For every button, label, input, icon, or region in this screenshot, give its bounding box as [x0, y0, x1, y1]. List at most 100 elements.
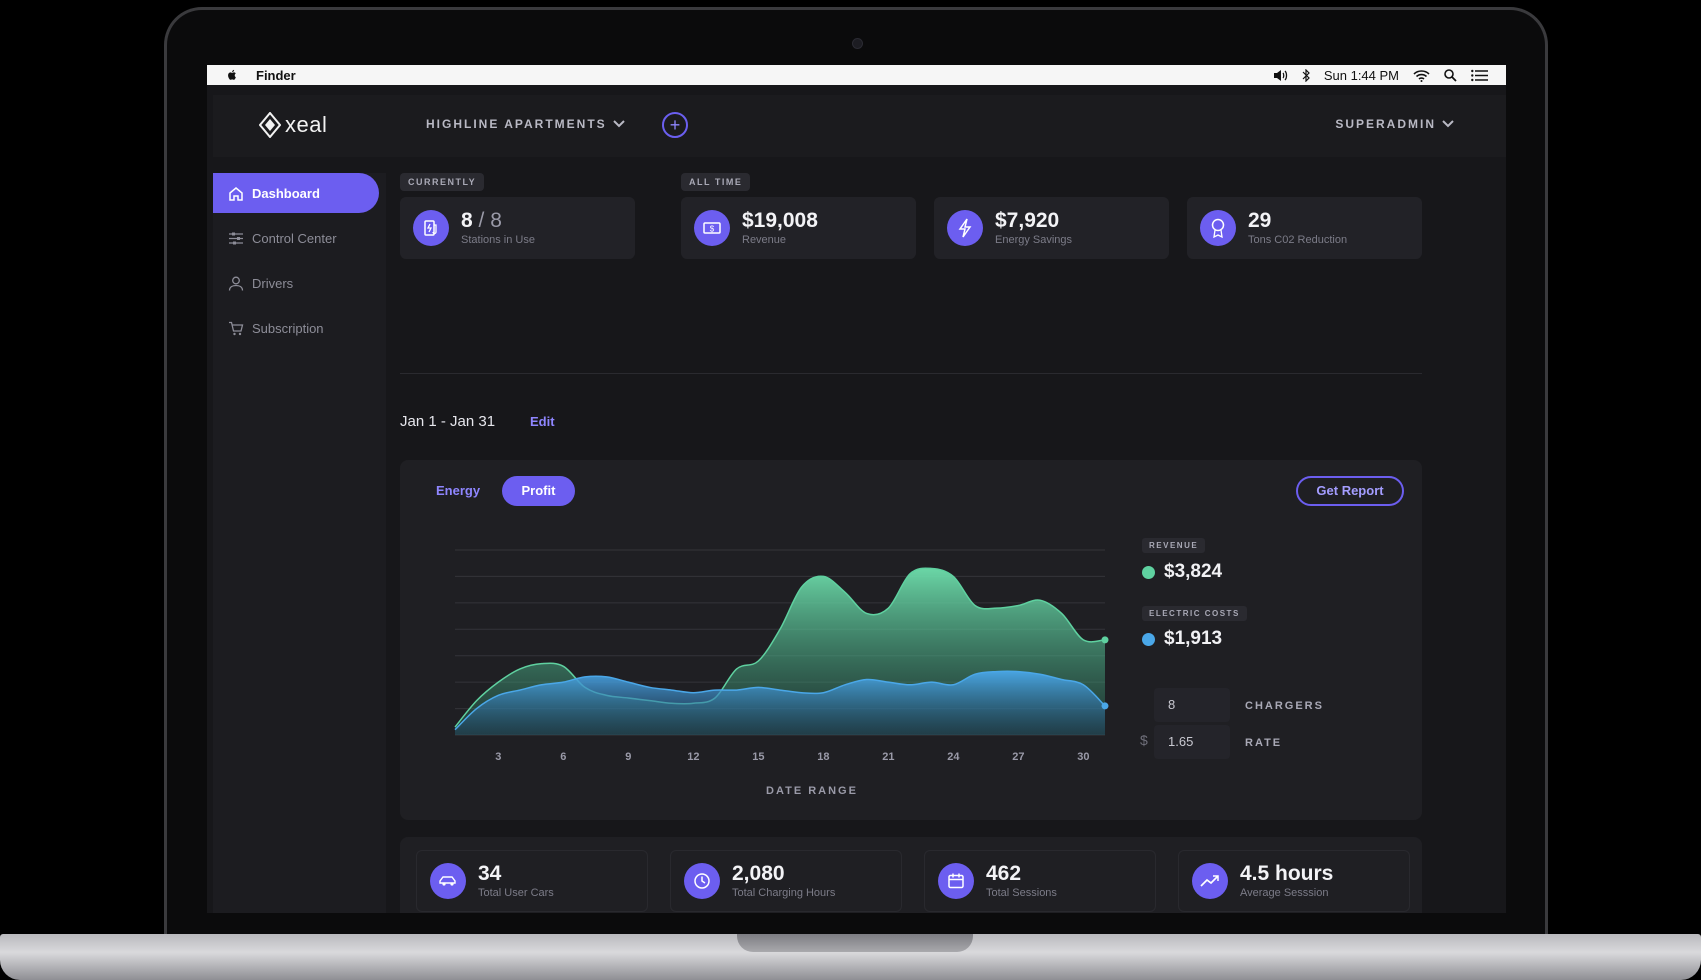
electric-costs-legend-dot: [1142, 632, 1155, 646]
spotlight-search-icon[interactable]: [1444, 68, 1457, 82]
revenue-label: Revenue: [742, 234, 787, 246]
revenue-legend-value: $3,824: [1142, 561, 1222, 583]
laptop-notch: [737, 934, 973, 952]
sidebar-item-label: Subscription: [252, 320, 324, 336]
edit-date-range-link[interactable]: Edit: [530, 414, 555, 429]
logo-text: xeal: [285, 112, 328, 137]
co2-value: 29: [1248, 209, 1272, 232]
x-tick-label: 30: [1077, 751, 1089, 763]
total-sessions-label: Total Sessions: [986, 887, 1057, 899]
active-app-name[interactable]: Finder: [256, 68, 296, 83]
all-time-tag: ALL TIME: [681, 173, 751, 191]
chevron-down-icon: [612, 120, 625, 128]
sidebar-item-subscription[interactable]: Subscription: [213, 308, 379, 348]
bluetooth-icon[interactable]: [1302, 68, 1310, 82]
average-session-label: Average Sesssion: [1240, 887, 1329, 899]
total-charging-hours-value: 2,080: [732, 862, 785, 885]
date-range-label: Jan 1 - Jan 31: [400, 413, 496, 430]
notification-list-icon[interactable]: [1471, 69, 1488, 82]
wifi-icon[interactable]: [1413, 69, 1430, 82]
x-tick-label: 24: [947, 751, 960, 763]
revenue-legend-tag: REVENUE: [1142, 538, 1206, 553]
get-report-button[interactable]: Get Report: [1296, 476, 1404, 506]
user-menu[interactable]: SUPERADMIN: [1335, 117, 1454, 131]
chargers-input[interactable]: 8: [1154, 688, 1230, 722]
chart-panel: Energy Profit Get Report 3 6 9 12 15 18 21 24 27: [400, 460, 1422, 820]
total-charging-hours-label: Total Charging Hours: [732, 887, 836, 899]
home-icon: [229, 186, 243, 201]
x-tick-label: 18: [817, 751, 829, 763]
total-charging-hours-card: 2,080 Total Charging Hours: [670, 850, 902, 912]
divider: [400, 373, 1422, 374]
profit-area-chart: 3 6 9 12 15 18 21 24 27 30 DATE RANGE: [454, 549, 1109, 797]
sidebar-item-drivers[interactable]: Drivers: [213, 263, 379, 303]
chargers-label: CHARGERS: [1245, 700, 1324, 712]
currently-tag: CURRENTLY: [400, 173, 485, 191]
sidebar-item-label: Drivers: [252, 275, 294, 291]
total-user-cars-label: Total User Cars: [478, 887, 554, 899]
user-icon: [228, 276, 244, 291]
sliders-icon: [229, 232, 243, 244]
x-tick-label: 9: [625, 751, 631, 763]
rate-label: RATE: [1245, 737, 1283, 749]
user-role: SUPERADMIN: [1335, 117, 1436, 131]
total-sessions-value: 462: [986, 862, 1022, 885]
car-icon: [430, 863, 466, 899]
electric-costs-legend-value: $1,913: [1142, 628, 1222, 650]
stations-in-use-card: 8 / 8 Stations in Use: [400, 197, 635, 259]
co2-label: Tons C02 Reduction: [1248, 234, 1348, 246]
electric-costs-legend-tag: ELECTRIC COSTS: [1142, 606, 1247, 621]
charging-station-icon: [413, 210, 449, 246]
average-session-value: 4.5 hours: [1240, 862, 1334, 885]
lightning-icon: [947, 210, 983, 246]
clock-icon: [684, 863, 720, 899]
volume-icon[interactable]: [1273, 69, 1288, 82]
total-sessions-card: 462 Total Sessions: [924, 850, 1156, 912]
mac-menubar: Finder Sun 1:44 PM: [207, 65, 1506, 85]
property-name: HIGHLINE APARTMENTS: [426, 117, 607, 131]
sidebar: Dashboard Control Center Drivers Subscri…: [213, 173, 386, 913]
revenue-value: $19,008: [742, 209, 818, 232]
sidebar-item-label: Dashboard: [252, 185, 320, 201]
menubar-clock[interactable]: Sun 1:44 PM: [1324, 68, 1399, 83]
revenue-card: $ $19,008 Revenue: [681, 197, 916, 259]
rate-input[interactable]: 1.65: [1154, 725, 1230, 759]
x-tick-label: 3: [495, 751, 501, 763]
x-axis-label: DATE RANGE: [766, 785, 858, 797]
series-end-point: [1101, 636, 1109, 644]
average-session-card: 4.5 hours Average Sesssion: [1178, 850, 1410, 912]
x-tick-label: 27: [1012, 751, 1024, 763]
cart-icon: [229, 321, 244, 335]
sidebar-item-label: Control Center: [252, 230, 337, 246]
revenue-legend-dot: [1142, 565, 1155, 579]
sidebar-item-dashboard[interactable]: Dashboard: [213, 173, 379, 213]
bottom-stats-panel: 34 Total User Cars 2,080 Total Charging …: [400, 837, 1422, 913]
energy-savings-label: Energy Savings: [995, 234, 1073, 246]
series-end-point: [1101, 702, 1109, 710]
x-tick-label: 21: [882, 751, 894, 763]
apple-icon[interactable]: [225, 68, 239, 82]
screen: Finder Sun 1:44 PM xeal HIGHLINE APARTME…: [207, 65, 1506, 913]
energy-savings-card: $7,920 Energy Savings: [934, 197, 1169, 259]
stations-label: Stations in Use: [461, 234, 535, 246]
total-user-cars-value: 34: [478, 862, 502, 885]
trend-icon: [1192, 863, 1228, 899]
xeal-logo-icon: [259, 112, 281, 138]
x-tick-label: 15: [752, 751, 764, 763]
award-icon: [1200, 210, 1236, 246]
total-user-cars-card: 34 Total User Cars: [416, 850, 648, 912]
sidebar-item-control-center[interactable]: Control Center: [213, 218, 379, 258]
xeal-logo[interactable]: xeal: [259, 112, 327, 138]
energy-savings-value: $7,920: [995, 209, 1060, 232]
stations-value: 8 / 8: [461, 209, 502, 232]
webcam-icon: [852, 38, 863, 49]
svg-text:$: $: [710, 225, 715, 234]
chevron-down-icon: [1442, 120, 1454, 128]
add-property-button[interactable]: +: [662, 112, 688, 138]
rate-currency: $: [1140, 732, 1148, 748]
x-tick-label: 6: [560, 751, 566, 763]
property-selector[interactable]: HIGHLINE APARTMENTS: [426, 117, 625, 131]
app-header: xeal HIGHLINE APARTMENTS + SUPERADMIN: [213, 95, 1506, 157]
co2-reduction-card: 29 Tons C02 Reduction: [1187, 197, 1422, 259]
calendar-icon: [938, 863, 974, 899]
